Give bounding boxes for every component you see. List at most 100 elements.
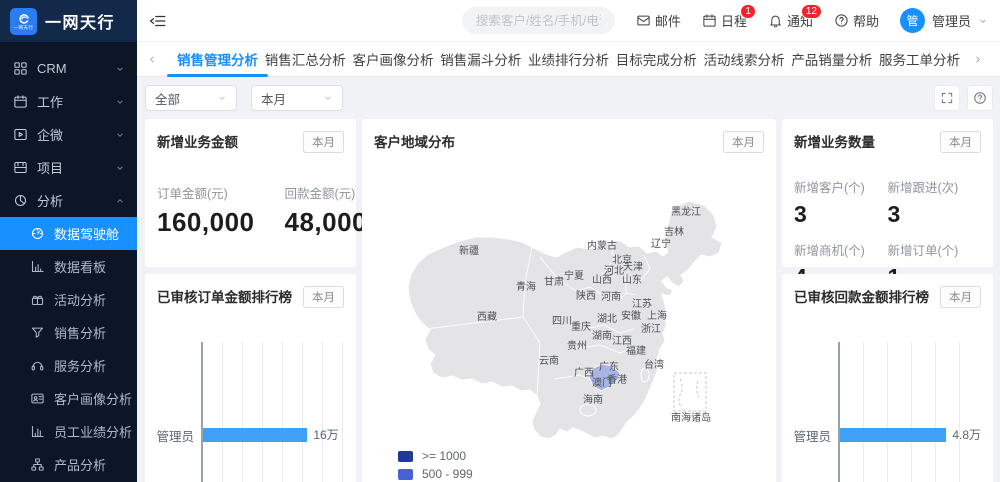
chevron-down-icon (115, 64, 125, 74)
stat-payment-amount: 回款金额(元) 48,000 (284, 183, 367, 238)
sidebar-item-sales-analysis[interactable]: 销售分析 (0, 316, 137, 349)
period-badge[interactable]: 本月 (940, 286, 981, 308)
menu-fold-icon[interactable] (149, 10, 171, 32)
sidebar-item-staff-performance-analysis[interactable]: 员工业绩分析 (0, 415, 137, 448)
tab-1[interactable]: 销售汇总分析 (265, 42, 346, 77)
dashboard-content: 全部 本月 新增业务金额 本月 (137, 77, 1000, 482)
tabs-scroll-right-icon[interactable] (972, 54, 990, 65)
notifications-action[interactable]: 通知 12 (768, 11, 813, 30)
plot-area: 4.8万 (838, 342, 981, 482)
idcard-icon (30, 391, 45, 406)
help-action[interactable]: 帮助 (834, 11, 879, 30)
right-column: 新增业务数量 本月 新增客户(个) 3 新增跟进(次) 3 (782, 119, 993, 482)
sidebar-item-data-cockpit[interactable]: 数据驾驶舱 (0, 217, 137, 250)
sidebar-item-work[interactable]: 工作 (0, 85, 137, 118)
new-business-amount-card: 新增业务金额 本月 订单金额(元) 160,000 回款金额(元) 48,000 (145, 119, 356, 267)
notifications-icon (768, 13, 783, 28)
map-label-西藏: 西藏 (477, 311, 497, 323)
south-china-sea-islands (674, 373, 706, 411)
sidebar-item-service-analysis[interactable]: 服务分析 (0, 349, 137, 382)
map-label-天津: 天津 (623, 261, 643, 273)
frame-icon (13, 160, 28, 175)
sidebar-item-project[interactable]: 项目 (0, 151, 137, 184)
sidebar-item-customer-profile-analysis[interactable]: 客户画像分析 (0, 382, 137, 415)
chevron-down-icon (115, 130, 125, 140)
question-circle-icon (973, 91, 987, 105)
chevron-down-icon (115, 163, 125, 173)
period-badge[interactable]: 本月 (940, 131, 981, 153)
tab-5[interactable]: 目标完成分析 (616, 42, 697, 77)
map-label-河南: 河南 (601, 290, 621, 303)
chevron-down-icon (217, 93, 227, 103)
tab-7[interactable]: 产品销量分析 (791, 42, 872, 77)
logo[interactable]: 一网天行 一网天行 (0, 0, 137, 42)
map-label-香港: 香港 (607, 374, 627, 386)
bar-value-label: 16万 (313, 426, 338, 443)
app-root: 一网天行 一网天行 CRM 工作 企微 项目 分析 (0, 0, 1000, 482)
sidebar-item-analysis[interactable]: 分析 (0, 184, 137, 217)
toolbar (934, 85, 993, 111)
tab-6[interactable]: 活动线索分析 (704, 42, 785, 77)
gift-icon (30, 292, 45, 307)
map-label-云南: 云南 (539, 354, 559, 367)
tab-2[interactable]: 客户画像分析 (353, 42, 434, 77)
map-label-重庆: 重庆 (571, 320, 591, 333)
sidebar-item-crm[interactable]: CRM (0, 52, 137, 85)
gauge-icon (30, 226, 45, 241)
period-badge[interactable]: 本月 (303, 131, 344, 153)
map-label-山东: 山东 (622, 273, 642, 286)
new-business-count-card: 新增业务数量 本月 新增客户(个) 3 新增跟进(次) 3 (782, 119, 993, 267)
mail-action[interactable]: 邮件 (636, 11, 681, 30)
legend-item-1: 500 - 999 (398, 467, 473, 481)
sidebar-item-qiwei[interactable]: 企微 (0, 118, 137, 151)
payment-rank-bar[interactable] (840, 428, 946, 442)
help-button[interactable] (967, 85, 993, 111)
main-area: 邮件 日程 1 通知 12 帮助 管 管理员 (137, 0, 1000, 482)
map-label-黑龙江: 黑龙江 (671, 205, 701, 218)
user-name: 管理员 (932, 11, 971, 30)
topbar-actions: 邮件 日程 1 通知 12 帮助 (636, 11, 879, 30)
stat-order-amount: 订单金额(元) 160,000 (157, 183, 254, 238)
topbar: 邮件 日程 1 通知 12 帮助 管 管理员 (137, 0, 1000, 42)
fullscreen-button[interactable] (934, 85, 960, 111)
card-title: 已审核订单金额排行榜 (157, 286, 292, 306)
period-badge[interactable]: 本月 (723, 131, 764, 153)
order-amount-rank-card: 已审核订单金额排行榜 本月 管理员 16万 (145, 274, 356, 482)
sidebar-item-data-board[interactable]: 数据看板 (0, 250, 137, 283)
chevron-down-icon (978, 16, 988, 26)
card-title: 新增业务金额 (157, 131, 238, 151)
schedule-badge: 1 (740, 4, 756, 19)
chevron-down-icon (115, 97, 125, 107)
payment-amount-rank-card: 已审核回款金额排行榜 本月 管理员 4.8万 (782, 274, 993, 482)
tab-0[interactable]: 销售管理分析 (177, 42, 258, 77)
map-label-广东: 广东 (599, 360, 619, 373)
map-label-青海: 青海 (516, 280, 536, 293)
map-label-广西: 广西 (574, 367, 594, 379)
avatar: 管 (900, 8, 925, 33)
map-label-安徽: 安徽 (621, 309, 641, 322)
order-rank-bar[interactable] (203, 428, 307, 442)
tab-3[interactable]: 销售漏斗分析 (440, 42, 521, 77)
sidebar-item-product-analysis[interactable]: 产品分析 (0, 448, 137, 481)
tabs-scroll-left-icon[interactable] (147, 54, 165, 65)
notifications-badge: 12 (801, 4, 822, 19)
china-map[interactable]: 新疆西藏青海甘肃宁夏内蒙古黑龙江吉林辽宁北京天津河北山西山东陕西河南江苏上海安徽… (374, 197, 774, 442)
map-label-四川: 四川 (552, 316, 572, 327)
stat-new-followups: 新增跟进(次) 3 (888, 177, 982, 228)
schedule-action[interactable]: 日程 1 (702, 11, 747, 30)
map-label-陕西: 陕西 (576, 289, 596, 302)
tab-4[interactable]: 业绩排行分析 (528, 42, 609, 77)
org-icon (30, 457, 45, 472)
period-select-value: 本月 (261, 89, 286, 108)
sidebar-item-activity-analysis[interactable]: 活动分析 (0, 283, 137, 316)
tab-8[interactable]: 服务工单分析 (879, 42, 960, 77)
map-label-宁夏: 宁夏 (564, 269, 584, 282)
map-legend: >= 1000 500 - 999 100 - 499 (398, 449, 473, 482)
period-select[interactable]: 本月 (251, 85, 343, 111)
mail-icon (636, 13, 651, 28)
user-menu[interactable]: 管 管理员 (900, 8, 988, 33)
card-title: 已审核回款金额排行榜 (794, 286, 929, 306)
search-input[interactable] (462, 7, 615, 34)
scope-select[interactable]: 全部 (145, 85, 237, 111)
period-badge[interactable]: 本月 (303, 286, 344, 308)
